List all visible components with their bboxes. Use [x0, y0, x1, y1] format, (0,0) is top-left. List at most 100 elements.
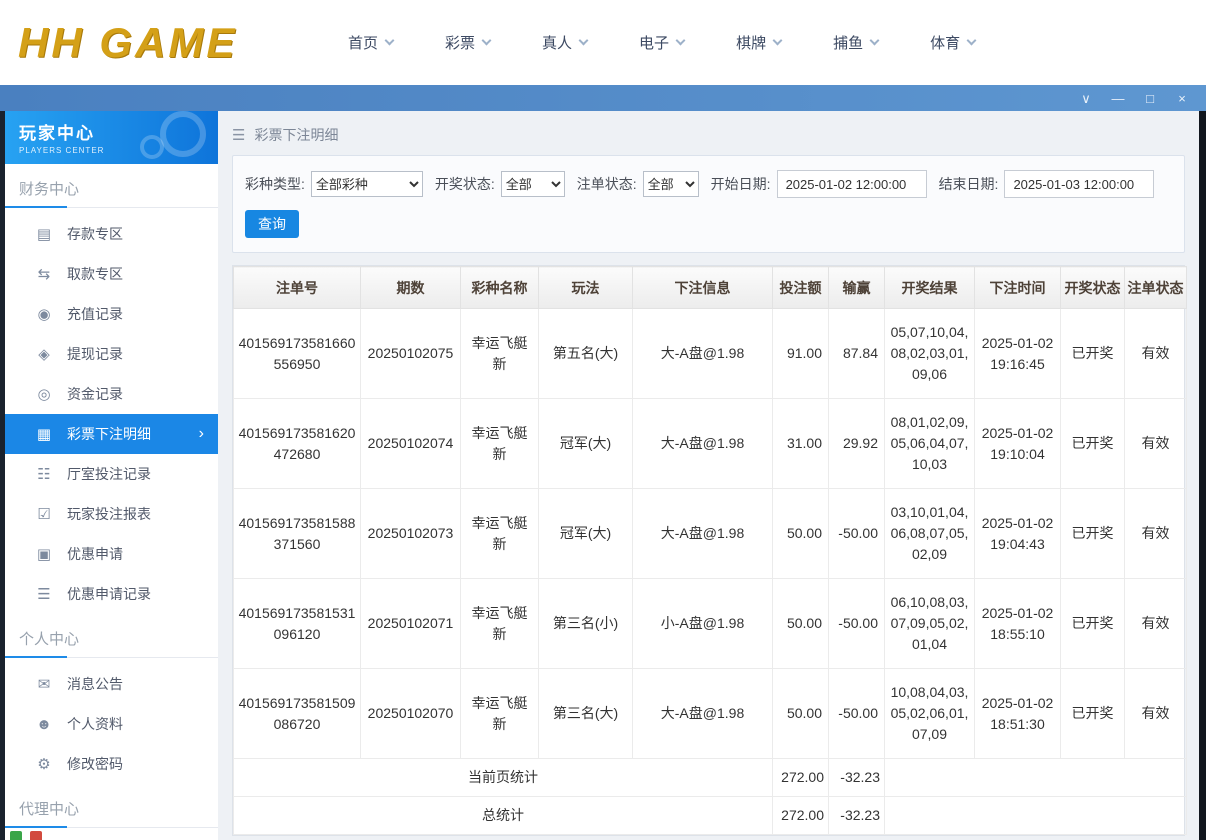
breadcrumb: ☰ 彩票下注明细 — [232, 125, 1185, 145]
gear-icon: ⚙ — [37, 756, 51, 773]
sidebar-item-player-bet-report[interactable]: ☑ 玩家投注报表 — [5, 494, 218, 534]
sidebar-item-label: 优惠申请记录 — [67, 586, 151, 602]
sidebar-item-promo-apply[interactable]: ▣ 优惠申请 — [5, 534, 218, 574]
nav-item-home[interactable]: 首页 — [348, 32, 395, 53]
cell-order-status: 有效 — [1124, 308, 1187, 399]
sidebar-item-messages[interactable]: ✉ 消息公告 — [5, 664, 218, 704]
col-header-order-status: 注单状态 — [1124, 266, 1187, 309]
recharge-record-icon: ◉ — [37, 306, 51, 323]
cell-result: 03,10,01,04,06,08,07,05,02,09 — [884, 488, 975, 579]
cell-order-no: 401569173581509086720 — [233, 668, 361, 759]
cell-bet-info: 大-A盘@1.98 — [632, 308, 773, 399]
sidebar-item-hall-bet-record[interactable]: ☷ 厅室投注记录 — [5, 454, 218, 494]
sidebar-item-change-password[interactable]: ⚙ 修改密码 — [5, 744, 218, 784]
taskbar-icon-green — [10, 831, 22, 840]
sidebar-item-withdraw[interactable]: ⇆ 取款专区 — [5, 254, 218, 294]
sidebar-item-recharge-record[interactable]: ◉ 充值记录 — [5, 294, 218, 334]
sidebar-item-label: 消息公告 — [67, 676, 123, 692]
cell-win-loss: 87.84 — [828, 308, 885, 399]
sidebar-item-promo-apply-record[interactable]: ☰ 优惠申请记录 — [5, 574, 218, 614]
sidebar-item-label: 存款专区 — [67, 226, 123, 242]
withdrawal-record-icon: ◈ — [38, 346, 50, 363]
chevron-down-icon — [772, 35, 783, 46]
promo-apply-record-icon: ☰ — [37, 586, 51, 603]
window-close-icon[interactable]: × — [1174, 92, 1190, 105]
cell-win-loss: -50.00 — [828, 578, 885, 669]
cell-win-loss: 29.92 — [828, 398, 885, 489]
nav-item-chess[interactable]: 棋牌 — [736, 32, 783, 53]
nav-item-sports[interactable]: 体育 — [930, 32, 977, 53]
cell-result: 05,07,10,04,08,02,03,01,09,06 — [884, 308, 975, 399]
nav-label: 真人 — [542, 35, 573, 52]
sidebar-item-deposit[interactable]: ▤ 存款专区 — [5, 214, 218, 254]
lottery-bet-detail-icon: ▦ — [36, 426, 52, 443]
cell-lottery: 幸运飞艇新 — [460, 488, 539, 579]
cell-result: 08,01,02,09,05,06,04,07,10,03 — [884, 398, 975, 489]
window-maximize-icon[interactable]: □ — [1142, 92, 1158, 105]
table-row: 401569173581509086720 20250102070 幸运飞艇新 … — [233, 668, 1187, 759]
sidebar-item-label: 厅室投注记录 — [67, 466, 151, 482]
nav-label: 彩票 — [445, 35, 476, 52]
end-date-input[interactable] — [1004, 170, 1155, 198]
start-date-label: 开始日期: — [710, 176, 771, 192]
cell-bet-info: 小-A盘@1.98 — [632, 578, 773, 669]
window-right-edge — [1199, 111, 1206, 840]
cell-order-status: 有效 — [1124, 488, 1187, 579]
cell-bet-info: 大-A盘@1.98 — [632, 668, 773, 759]
chevron-right-icon: › — [198, 425, 204, 442]
table-row: 401569173581588371560 20250102073 幸运飞艇新 … — [233, 488, 1187, 579]
cell-draw-status: 已开奖 — [1060, 578, 1125, 669]
summary-empty — [884, 758, 1187, 797]
chevron-down-icon — [481, 35, 492, 46]
sidebar-item-withdrawal-record[interactable]: ◈ 提现记录 — [5, 334, 218, 374]
nav-item-electronic[interactable]: 电子 — [639, 32, 686, 53]
window-minimize-icon[interactable]: — — [1110, 92, 1126, 105]
search-button[interactable]: 查询 — [245, 210, 299, 238]
sidebar-item-funds-record[interactable]: ◎ 资金记录 — [5, 374, 218, 414]
cell-order-no: 401569173581620472680 — [233, 398, 361, 489]
window-collapse-icon[interactable]: ∨ — [1078, 92, 1094, 105]
col-header-result: 开奖结果 — [884, 266, 975, 309]
start-date-input[interactable] — [776, 170, 927, 198]
cell-lottery: 幸运飞艇新 — [460, 668, 539, 759]
order-status-select[interactable]: 全部 — [642, 171, 699, 197]
cell-draw-status: 已开奖 — [1060, 308, 1125, 399]
chevron-down-icon — [675, 35, 686, 46]
section-divider — [5, 656, 218, 658]
cell-lottery: 幸运飞艇新 — [460, 308, 539, 399]
nav-item-fishing[interactable]: 捕鱼 — [833, 32, 880, 53]
cell-amount: 50.00 — [772, 668, 829, 759]
lottery-type-select[interactable]: 全部彩种 — [310, 171, 423, 197]
sidebar-item-profile[interactable]: ☻ 个人资料 — [5, 704, 218, 744]
section-title-agent: 代理中心 — [19, 801, 80, 818]
summary-row-current-page: 当前页统计 272.00 -32.23 — [233, 758, 1187, 797]
hamburger-icon: ☰ — [232, 127, 246, 144]
cell-amount: 31.00 — [772, 398, 829, 489]
player-bet-report-icon: ☑ — [37, 506, 51, 523]
draw-status-select[interactable]: 全部 — [500, 171, 565, 197]
section-title-finance: 财务中心 — [19, 181, 80, 198]
nav-item-live[interactable]: 真人 — [542, 32, 589, 53]
cell-play: 第五名(大) — [538, 308, 633, 399]
table-header-row: 注单号 期数 彩种名称 玩法 下注信息 投注额 输赢 开奖结果 下注时间 开奖状… — [233, 266, 1187, 309]
withdraw-icon: ⇆ — [37, 266, 51, 283]
cell-bet-time: 2025-01-02 18:55:10 — [974, 578, 1061, 669]
taskbar-peek — [10, 831, 42, 840]
cell-order-status: 有效 — [1124, 398, 1187, 489]
deposit-icon: ▤ — [36, 226, 52, 243]
cell-bet-time: 2025-01-02 18:51:30 — [974, 668, 1061, 759]
cell-bet-time: 2025-01-02 19:16:45 — [974, 308, 1061, 399]
col-header-order-no: 注单号 — [233, 266, 361, 309]
cell-amount: 50.00 — [772, 578, 829, 669]
sidebar-item-lottery-bet-detail[interactable]: ▦ 彩票下注明细 › — [5, 414, 218, 454]
sidebar-item-label: 充值记录 — [67, 306, 123, 322]
col-header-draw-status: 开奖状态 — [1060, 266, 1125, 309]
cell-draw-status: 已开奖 — [1060, 398, 1125, 489]
nav-item-lottery[interactable]: 彩票 — [445, 32, 492, 53]
cell-period: 20250102073 — [360, 488, 461, 579]
summary-win-loss: -32.23 — [828, 758, 885, 797]
cell-win-loss: -50.00 — [828, 668, 885, 759]
section-title-personal: 个人中心 — [19, 631, 80, 648]
bet-table-panel: 注单号 期数 彩种名称 玩法 下注信息 投注额 输赢 开奖结果 下注时间 开奖状… — [232, 265, 1187, 836]
player-center-header: 玩家中心 PLAYERS CENTER — [5, 111, 218, 164]
